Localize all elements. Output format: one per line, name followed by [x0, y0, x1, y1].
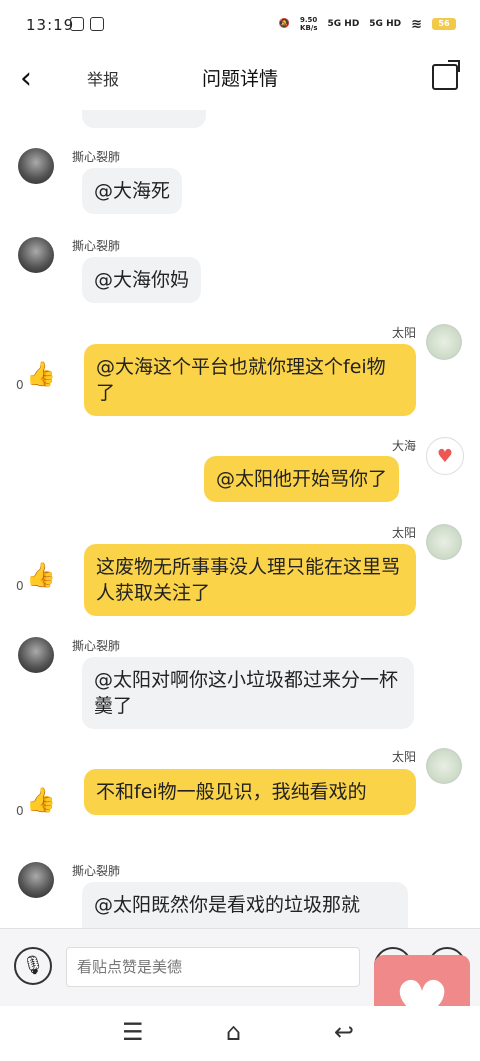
status-bar: 13:19 🔕 9.50 KB/s 5G HD 5G HD ≋ 56 — [0, 0, 480, 52]
username: 撕心裂肺 — [72, 639, 121, 653]
status-time: 13:19 — [26, 16, 75, 34]
avatar[interactable] — [426, 524, 462, 560]
back-nav-icon[interactable]: ↩ — [334, 1018, 354, 1046]
avatar[interactable] — [18, 148, 54, 184]
network-speed: 9.50 KB/s — [300, 16, 318, 32]
partial-bubble — [82, 110, 206, 128]
signal-2: 5G HD — [369, 19, 402, 29]
mic-icon[interactable]: 🎙 — [14, 947, 52, 985]
system-nav-bar: ☰ ⌂ ↩ — [0, 1006, 480, 1061]
avatar[interactable]: ♥ — [426, 437, 464, 475]
username: 太阳 — [392, 750, 417, 764]
wifi-icon: ≋ — [411, 16, 422, 32]
page-title: 问题详情 — [201, 68, 278, 90]
username: 撕心裂肺 — [72, 239, 121, 253]
comment-input[interactable] — [66, 947, 360, 987]
top-nav: ‹ 举报 问题详情 — [0, 52, 480, 110]
home-icon[interactable]: ⌂ — [226, 1018, 241, 1046]
message-bubble[interactable]: 不和fei物一般见识，我纯看戏的 — [84, 769, 416, 815]
message-bubble[interactable]: @太阳既然你是看戏的垃圾那就 — [82, 882, 408, 928]
avatar[interactable] — [18, 637, 54, 673]
signal-1: 5G HD — [327, 19, 360, 29]
chat-list[interactable]: 撕心裂肺 @大海死 撕心裂肺 @大海你妈 太阳 0 👍 @大海这个平台也就你理这… — [0, 110, 480, 928]
avatar[interactable] — [426, 748, 462, 784]
like-count: 0 — [16, 579, 24, 593]
file-notification-icon — [90, 17, 104, 31]
message-bubble[interactable]: @太阳对啊你这小垃圾都过来分一杯羹了 — [82, 657, 414, 729]
app-notification-icon — [70, 17, 84, 31]
username: 太阳 — [392, 526, 417, 540]
battery-icon: 56 — [432, 18, 456, 30]
message-bubble[interactable]: @大海你妈 — [82, 257, 202, 303]
message-bubble[interactable]: @大海这个平台也就你理这个fei物了 — [84, 344, 416, 416]
avatar[interactable] — [18, 862, 54, 898]
avatar[interactable] — [426, 324, 462, 360]
mute-icon: 🔕 — [278, 19, 291, 29]
message-bubble[interactable]: @大海死 — [82, 168, 183, 214]
like-count: 0 — [16, 378, 24, 392]
username: 太阳 — [392, 326, 417, 340]
username: 撕心裂肺 — [72, 864, 121, 878]
menu-icon[interactable]: ☰ — [122, 1018, 144, 1046]
thumbs-up-icon[interactable]: 👍 — [26, 561, 56, 589]
username: 撕心裂肺 — [72, 150, 121, 164]
message-bubble[interactable]: @太阳他开始骂你了 — [204, 456, 400, 502]
thumbs-up-icon[interactable]: 👍 — [26, 786, 56, 814]
status-indicators: 🔕 9.50 KB/s 5G HD 5G HD ≋ 56 — [279, 16, 456, 32]
message-bubble[interactable]: 这废物无所事事没人理只能在这里骂人获取关注了 — [84, 544, 416, 616]
avatar[interactable] — [18, 237, 54, 273]
thumbs-up-icon[interactable]: 👍 — [26, 360, 56, 388]
share-icon[interactable] — [432, 60, 460, 90]
like-count: 0 — [16, 804, 24, 818]
username: 大海 — [392, 439, 417, 453]
